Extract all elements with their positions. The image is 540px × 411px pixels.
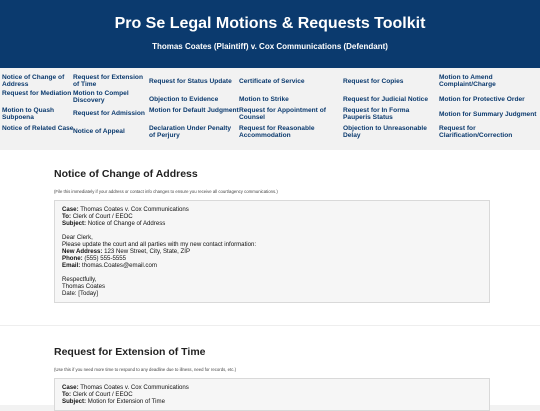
nav-link[interactable]: Request for Judicial Notice	[343, 96, 438, 103]
nav-link[interactable]: Declaration Under Penalty of Perjury	[149, 125, 239, 140]
nav-link[interactable]: Motion for Protective Order	[439, 96, 539, 103]
main-content: Notice of Change of Address (File this i…	[0, 150, 540, 411]
section-note: (Use this if you need more time to respo…	[54, 367, 236, 372]
section-note: (File this immediately if your address o…	[54, 189, 278, 194]
subject-line: Subject: Motion for Extension of Time	[62, 398, 165, 405]
nav-link[interactable]: Motion to Amend Complaint/Charge	[439, 74, 519, 89]
email-line: Email: thomas.Coates@email.com	[62, 262, 157, 269]
nav-link[interactable]: Notice of Appeal	[73, 128, 148, 135]
nav-link[interactable]: Request for In Forma Pauperis Status	[343, 107, 431, 122]
motion-nav: Notice of Change of Address Request for …	[0, 68, 540, 148]
section-title: Request for Extension of Time	[54, 346, 206, 358]
case-caption: Thomas Coates (Plaintiff) v. Cox Communi…	[152, 42, 388, 51]
nav-link[interactable]: Motion to Strike	[239, 96, 339, 103]
to-line: To: Clerk of Court / EEOC	[62, 391, 133, 398]
address-line: New Address: 123 New Street, City, State…	[62, 248, 191, 255]
nav-link[interactable]: Request for Status Update	[149, 78, 239, 85]
nav-link[interactable]: Motion for Summary Judgment	[439, 111, 539, 118]
nav-link[interactable]: Request for Mediation	[2, 90, 74, 97]
subject-line: Subject: Notice of Change of Address	[62, 220, 166, 227]
letter-body: Please update the court and all parties …	[62, 241, 257, 248]
section-extension-of-time: Request for Extension of Time (Use this …	[54, 346, 490, 411]
letter-template[interactable]: Case: Thomas Coates v. Cox Communication…	[54, 200, 490, 303]
date-line: Date: [Today]	[62, 290, 98, 297]
nav-link[interactable]: Objection to Evidence	[149, 96, 239, 103]
case-line: Case: Thomas Coates v. Cox Communication…	[62, 206, 189, 213]
nav-link[interactable]: Request for Admission	[73, 110, 148, 117]
nav-link[interactable]: Request for Reasonable Accommodation	[239, 125, 331, 140]
page-title: Pro Se Legal Motions & Requests Toolkit	[114, 15, 426, 32]
nav-link[interactable]: Request for Clarification/Correction	[439, 125, 539, 140]
nav-link[interactable]: Objection to Unreasonable Delay	[343, 125, 431, 140]
letter-template[interactable]: Case: Thomas Coates v. Cox Communication…	[54, 378, 490, 411]
to-line: To: Clerk of Court / EEOC	[62, 213, 133, 220]
case-line: Case: Thomas Coates v. Cox Communication…	[62, 384, 189, 391]
signature: Thomas Coates	[62, 283, 106, 290]
nav-link[interactable]: Notice of Change of Address	[2, 74, 74, 89]
nav-link[interactable]: Request for Appointment of Counsel	[239, 107, 331, 122]
nav-link[interactable]: Notice of Related Case	[2, 125, 74, 132]
nav-link[interactable]: Request for Copies	[343, 78, 438, 85]
nav-link[interactable]: Request for Extension of Time	[73, 74, 148, 89]
section-divider	[0, 325, 540, 326]
page-header: Pro Se Legal Motions & Requests Toolkit …	[0, 0, 540, 68]
nav-link[interactable]: Motion to Quash Subpoena	[2, 107, 74, 122]
nav-link[interactable]: Motion to Compel Discovery	[73, 90, 148, 105]
nav-link[interactable]: Motion for Default Judgment	[149, 107, 239, 114]
greeting: Dear Clerk,	[62, 234, 93, 241]
phone-line: Phone: (555) 555-5555	[62, 255, 127, 262]
section-title: Notice of Change of Address	[54, 168, 198, 180]
section-change-of-address: Notice of Change of Address (File this i…	[54, 168, 490, 303]
closing: Respectfully,	[62, 276, 97, 283]
nav-link[interactable]: Certificate of Service	[239, 78, 339, 85]
